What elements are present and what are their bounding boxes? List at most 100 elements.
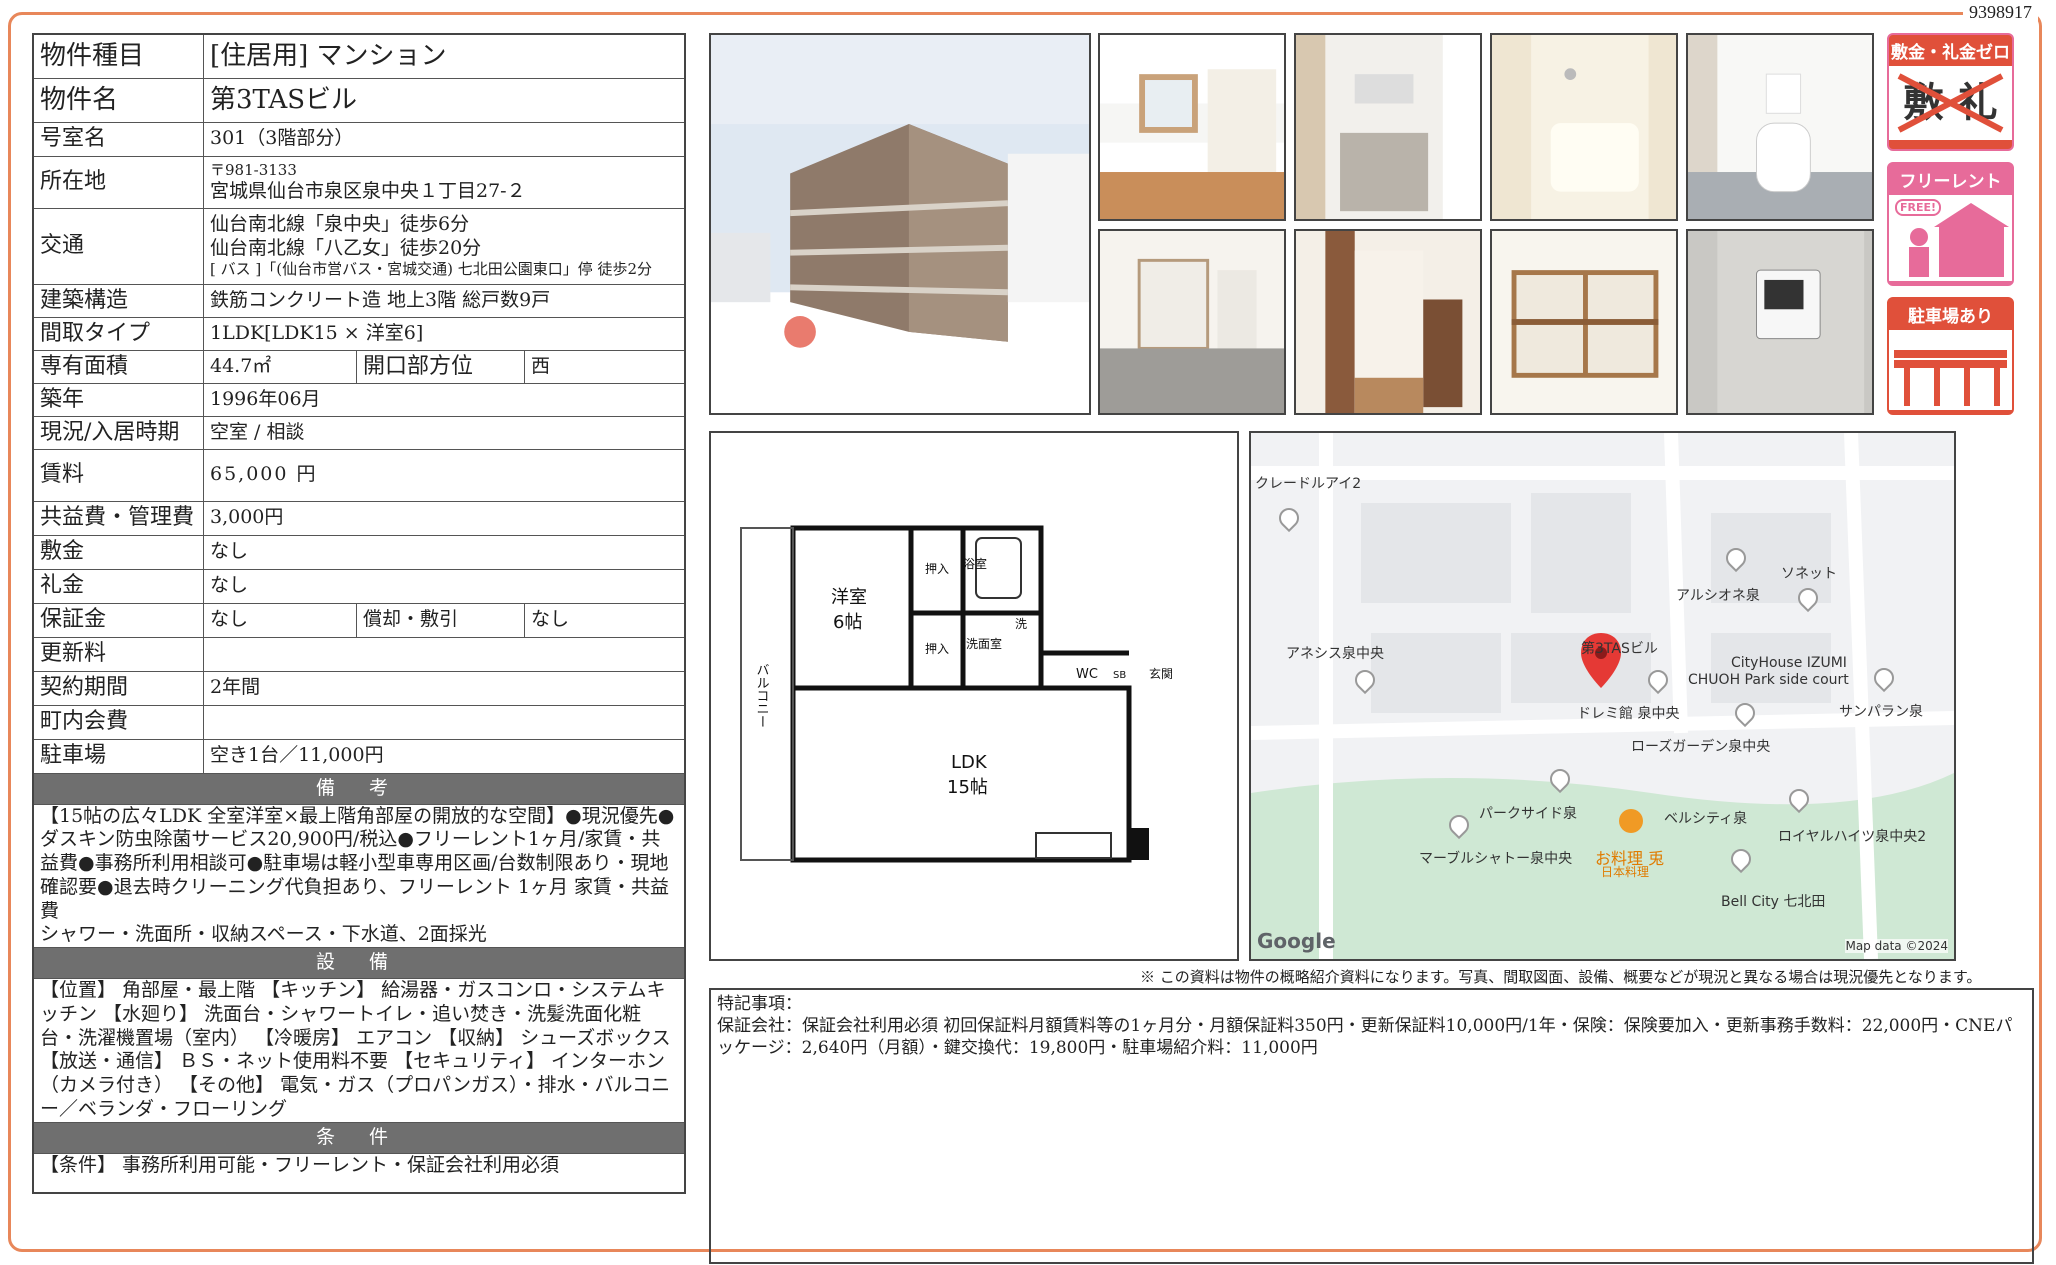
plan-ldk: LDK xyxy=(951,752,988,773)
status-value: 空室 / 相談 xyxy=(203,415,686,450)
property-table: 物件種目 [住居用] マンション 物件名 第3TASビル 号室名 301（3階部分） … xyxy=(32,33,686,1194)
map-label: マーブルシャトー泉中央 xyxy=(1419,851,1573,867)
free-rent-badge: フリーレント FREE! xyxy=(1887,162,2014,286)
direction-key: 開口部方位 xyxy=(356,349,525,384)
room-photo-3[interactable] xyxy=(1490,33,1678,221)
key-money-key: 礼金 xyxy=(32,568,204,604)
structure-key: 建築構造 xyxy=(32,283,204,318)
traffic-key: 交通 xyxy=(32,207,204,285)
map-label: ベルシティ泉 xyxy=(1664,811,1748,827)
room-photo-6[interactable] xyxy=(1294,229,1482,415)
parking-badge: 駐車場あり xyxy=(1887,297,2014,415)
plan-entry: 玄関 xyxy=(1149,666,1173,681)
room-photo-1[interactable] xyxy=(1098,33,1286,221)
renewal-key: 更新料 xyxy=(32,636,204,672)
no-deposit-icon: 敷 礼 xyxy=(1889,66,2012,140)
map-label: ドレミ館 泉中央 xyxy=(1577,706,1680,722)
plan-room1-size: 6帖 xyxy=(833,612,862,633)
term-key: 契約期間 xyxy=(32,670,204,706)
room-photo-5[interactable] xyxy=(1098,229,1286,415)
plan-washer: 洗 xyxy=(1015,617,1027,631)
room-key: 号室名 xyxy=(32,121,204,157)
guarantee-key: 保証金 xyxy=(32,602,204,638)
map-label: クレードルアイ2 xyxy=(1255,476,1362,492)
conditions-header: 条 件 xyxy=(32,1121,686,1154)
plan-balcony: バルコニー xyxy=(754,663,770,728)
traffic-line-2: 仙台南北線「八乙女」徒歩20分 xyxy=(210,236,482,259)
plan-wc: WC xyxy=(1076,667,1098,682)
structure-value: 鉄筋コンクリート造 地上3階 総戸数9戸 xyxy=(203,283,686,318)
plan-room1: 洋室 xyxy=(831,587,867,608)
disclaimer: ※ この資料は物件の概略紹介資料になります。写真、間取図面、設備、概要などが現況… xyxy=(1140,968,1982,986)
map-label: Bell City 七北田 xyxy=(1721,894,1826,910)
amortization-key: 償却・敷引 xyxy=(356,602,525,638)
name-value: 第3TASビル xyxy=(203,77,686,123)
special-notes-title: 特記事項： xyxy=(717,994,802,1014)
fee-value: 3,000円 xyxy=(203,500,686,536)
room-photo-4[interactable] xyxy=(1686,33,1874,221)
parking-icon xyxy=(1889,330,2012,410)
guarantee-value: なし xyxy=(203,602,357,638)
free-rent-label: フリーレント xyxy=(1899,172,2002,192)
plan-closet-2: 押入 xyxy=(925,642,949,656)
plan-wash: 洗面室 xyxy=(966,636,1002,651)
town-fee-value xyxy=(203,704,686,740)
deposit-value: なし xyxy=(203,534,686,570)
map-credit: Map data ©2024 xyxy=(1845,939,1948,953)
room-photo-8[interactable] xyxy=(1686,229,1874,415)
floor-plan[interactable]: 洋室 6帖 押入 押入 浴室 洗面室 洗 WC SB 玄関 LDK 15帖 バル… xyxy=(709,431,1239,961)
equipment-text: 【位置】 角部屋・最上階 【キッチン】 給湯器・ガスコンロ・システムキッチン 【… xyxy=(32,978,686,1123)
parking-value: 空き1台／11,000円 xyxy=(203,738,686,774)
address-value: 宮城県仙台市泉区泉中央１丁目27-２ xyxy=(210,179,526,202)
type-key: 物件種目 xyxy=(32,33,204,79)
map-label: パークサイド泉 xyxy=(1479,806,1577,822)
town-fee-key: 町内会費 xyxy=(32,704,204,740)
free-rent-icon: FREE! xyxy=(1889,195,2012,281)
term-value: 2年間 xyxy=(203,670,686,706)
remarks-header: 備 考 xyxy=(32,772,686,805)
direction-value: 西 xyxy=(524,349,686,384)
deposit-key: 敷金 xyxy=(32,534,204,570)
google-logo: Google xyxy=(1257,929,1336,953)
map-label: CityHouse IZUMI xyxy=(1731,655,1847,671)
remarks-text-2: シャワー・洗面所・収納スペース・下水道、2面採光 xyxy=(40,923,487,946)
equipment-header: 設 備 xyxy=(32,947,686,979)
name-key: 物件名 xyxy=(32,77,204,123)
map-label: 日本料理 xyxy=(1601,865,1650,879)
plan-ldk-size: 15帖 xyxy=(947,777,988,798)
map-label: アネシス泉中央 xyxy=(1286,646,1384,662)
rent-key: 賃料 xyxy=(32,448,204,502)
no-deposit-badge: 敷金・礼金ゼロ 敷 礼 xyxy=(1887,33,2014,151)
status-key: 現況/入居時期 xyxy=(32,415,204,450)
area-value: 44.7㎡ xyxy=(203,349,357,384)
document-number: 9398917 xyxy=(1963,2,2038,23)
plan-bath: 浴室 xyxy=(963,556,987,571)
key-money-value: なし xyxy=(203,568,686,604)
traffic-line-1: 仙台南北線「泉中央」徒歩6分 xyxy=(210,212,470,235)
map-label: ローズガーデン泉中央 xyxy=(1631,739,1771,755)
address-zip: 〒981-3133 xyxy=(210,160,297,179)
map-label: サンパラン泉 xyxy=(1839,704,1923,720)
area-key: 専有面積 xyxy=(32,349,204,384)
conditions-text: 【条件】 事務所利用可能・フリーレント・保証会社利用必須 xyxy=(32,1152,686,1194)
room-value: 301（3階部分） xyxy=(203,121,686,157)
location-map[interactable]: クレードルアイ2 アルシオネ泉 ソネット アネシス泉中央 第3TASビル Cit… xyxy=(1249,431,1956,961)
map-label: アルシオネ泉 xyxy=(1676,588,1760,604)
map-label: ロイヤルハイツ泉中央2 xyxy=(1778,829,1927,845)
plan-closet-1: 押入 xyxy=(925,562,949,576)
map-label: ソネット xyxy=(1781,566,1837,582)
year-value: 1996年06月 xyxy=(203,382,686,417)
fee-key: 共益費・管理費 xyxy=(32,500,204,536)
remarks-text: 【15帖の広々LDK 全室洋室×最上階角部屋の開放的な空間】●現況優先●ダスキン… xyxy=(40,804,675,922)
room-photo-7[interactable] xyxy=(1490,229,1678,415)
room-photo-2[interactable] xyxy=(1294,33,1482,221)
layout-value: 1LDK[LDK15 × 洋室6] xyxy=(203,316,686,351)
parking-label: 駐車場あり xyxy=(1908,307,1993,327)
rent-value: 65,000 円 xyxy=(203,448,686,502)
map-label: CHUOH Park side court xyxy=(1688,672,1849,688)
no-deposit-label: 敷金・礼金ゼロ xyxy=(1891,43,2010,63)
type-value: [住居用] マンション xyxy=(203,33,686,79)
building-exterior-photo[interactable] xyxy=(709,33,1091,415)
layout-key: 間取タイプ xyxy=(32,316,204,351)
parking-key: 駐車場 xyxy=(32,738,204,774)
